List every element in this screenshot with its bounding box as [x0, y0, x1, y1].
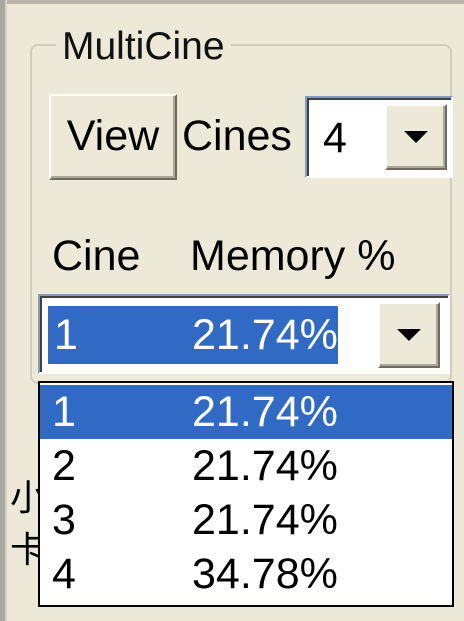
selected-cine: 1: [54, 311, 78, 359]
memory-selected-value: 1 21.74%: [48, 306, 338, 364]
selected-memory: 21.74%: [192, 311, 338, 359]
memory-dropdown-button[interactable]: [378, 302, 440, 368]
list-item[interactable]: 1 21.74%: [40, 385, 452, 439]
cines-dropdown-button[interactable]: [385, 104, 447, 170]
item-memory: 21.74%: [192, 496, 338, 544]
cines-label: Cines: [182, 112, 292, 160]
item-memory: 21.74%: [192, 442, 338, 490]
chevron-down-icon: [397, 329, 421, 341]
list-item[interactable]: 3 21.74%: [40, 493, 452, 547]
cines-value: 4: [323, 114, 347, 162]
item-cine: 4: [52, 550, 76, 598]
item-memory: 34.78%: [192, 550, 338, 598]
item-cine: 1: [52, 388, 76, 436]
view-button[interactable]: View: [49, 94, 177, 180]
window-top-edge: [7, 0, 464, 4]
memory-column-header: Memory %: [190, 232, 396, 280]
groupbox-title: MultiCine: [56, 23, 231, 71]
cine-column-header: Cine: [52, 232, 141, 280]
window-left-edge: [0, 0, 7, 621]
item-cine: 3: [52, 496, 76, 544]
background-glyph: 小: [10, 478, 38, 518]
chevron-down-icon: [404, 131, 428, 143]
background-glyph: 卡: [10, 530, 38, 570]
memory-dropdown-list[interactable]: 1 21.74% 2 21.74% 3 21.74% 4 34.78%: [38, 381, 454, 607]
memory-select[interactable]: 1 21.74%: [38, 294, 450, 374]
list-item[interactable]: 2 21.74%: [40, 439, 452, 493]
item-cine: 2: [52, 442, 76, 490]
item-memory: 21.74%: [192, 388, 338, 436]
cines-select[interactable]: 4: [305, 96, 453, 178]
list-item[interactable]: 4 34.78%: [40, 547, 452, 601]
